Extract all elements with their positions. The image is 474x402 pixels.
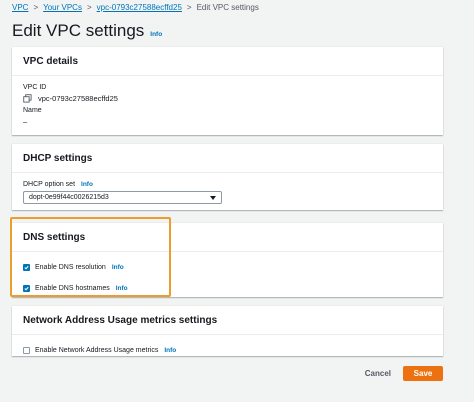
name-value: – (23, 117, 28, 126)
vpc-id-row: vpc-0793c27588ecffd25 (23, 94, 432, 103)
check-icon (24, 265, 29, 269)
vpc-details-body: VPC ID vpc-0793c27588ecffd25 Name – (12, 76, 443, 138)
caret-down-icon (210, 195, 216, 200)
nau-settings-panel: Network Address Usage metrics settings E… (12, 306, 443, 356)
nau-enable-label: Enable Network Address Usage metrics (35, 346, 159, 354)
check-icon (24, 286, 29, 290)
breadcrumb-separator: > (33, 3, 39, 12)
dhcp-settings-header: DHCP settings (12, 144, 443, 173)
nau-enable-checkbox[interactable] (23, 346, 30, 354)
dhcp-option-set-select[interactable]: dopt-0e99f44c0026215d3 (23, 191, 222, 204)
breadcrumb-link-vpc-id[interactable]: vpc-0793c27588ecffd25 (97, 3, 182, 12)
nau-enable-row: Enable Network Address Usage metrics Inf… (23, 343, 432, 357)
dns-settings-panel: DNS settings Enable DNS resolution Info … (12, 223, 443, 297)
cancel-button[interactable]: Cancel (365, 369, 391, 378)
dns-resolution-row: Enable DNS resolution Info (23, 260, 432, 274)
dns-settings-header: DNS settings (12, 223, 443, 252)
nau-info-link[interactable]: Info (164, 347, 176, 354)
dns-settings-body: Enable DNS resolution Info Enable DNS ho… (12, 252, 443, 310)
dhcp-option-set-value: dopt-0e99f44c0026215d3 (29, 194, 109, 201)
save-button[interactable]: Save (403, 366, 443, 381)
dhcp-settings-body: DHCP option set Info dopt-0e99f44c002621… (12, 173, 443, 212)
dns-resolution-checkbox[interactable] (23, 263, 30, 271)
breadcrumb-separator: > (86, 3, 92, 12)
vpc-id-label: VPC ID (23, 84, 47, 91)
vpc-details-header: VPC details (12, 47, 443, 76)
dns-resolution-label: Enable DNS resolution (35, 263, 106, 271)
copy-icon[interactable] (23, 94, 32, 103)
breadcrumb-link-vpc[interactable]: VPC (12, 3, 28, 12)
form-actions: Cancel Save (365, 366, 443, 381)
breadcrumb-separator: > (186, 3, 192, 12)
vpc-details-panel: VPC details VPC ID vpc-0793c27588ecffd25… (12, 47, 443, 135)
page-info-link[interactable]: Info (150, 31, 162, 38)
dns-hostnames-label: Enable DNS hostnames (35, 284, 110, 292)
page-title: Edit VPC settings (12, 21, 145, 40)
dns-resolution-info-link[interactable]: Info (112, 264, 124, 271)
breadcrumb-current: Edit VPC settings (196, 3, 259, 12)
dhcp-info-link[interactable]: Info (81, 181, 93, 188)
dns-hostnames-info-link[interactable]: Info (116, 285, 128, 292)
dhcp-option-set-label: DHCP option set (23, 181, 76, 188)
dhcp-settings-panel: DHCP settings DHCP option set Info dopt-… (12, 144, 443, 210)
page-title-row: Edit VPC settings Info (12, 21, 162, 41)
dhcp-option-set-label-row: DHCP option set Info (23, 181, 432, 188)
vpc-id-value: vpc-0793c27588ecffd25 (38, 94, 118, 103)
breadcrumb: VPC > Your VPCs > vpc-0793c27588ecffd25 … (12, 3, 259, 12)
breadcrumb-link-your-vpcs[interactable]: Your VPCs (43, 3, 82, 12)
dns-hostnames-row: Enable DNS hostnames Info (23, 281, 432, 295)
nau-settings-header: Network Address Usage metrics settings (12, 306, 443, 335)
name-label: Name (23, 107, 42, 114)
dns-hostnames-checkbox[interactable] (23, 284, 30, 292)
